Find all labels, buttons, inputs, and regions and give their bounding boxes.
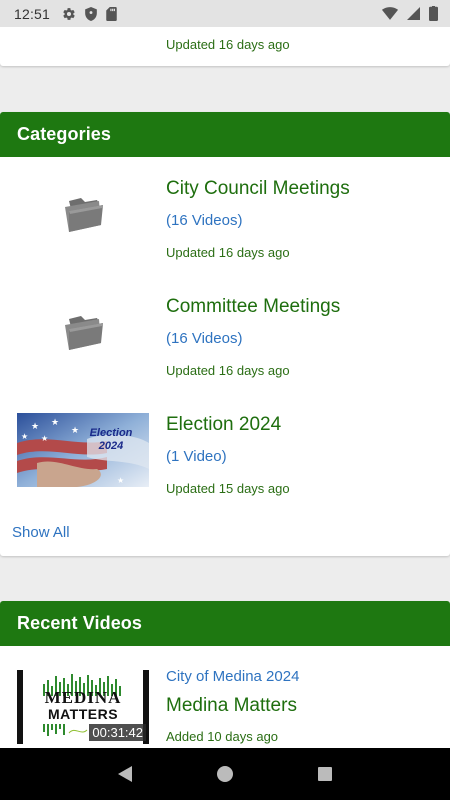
- recents-square-icon: [318, 767, 332, 781]
- svg-text:★: ★: [117, 476, 124, 485]
- category-updated: Updated 16 days ago: [166, 245, 290, 260]
- video-added: Added 10 days ago: [166, 729, 279, 744]
- video-thumbnail[interactable]: MEDINA MATTERS 00:31:42: [17, 670, 149, 744]
- svg-text:★: ★: [71, 425, 79, 435]
- home-circle-icon: [217, 766, 233, 782]
- categories-header: Categories: [0, 112, 450, 157]
- recents-button[interactable]: [310, 759, 340, 789]
- category-video-count[interactable]: (1 Video): [166, 448, 227, 465]
- svg-text:★: ★: [31, 421, 39, 431]
- categories-card: Categories City Council Meetings (16 Vid…: [0, 112, 450, 556]
- cell-signal-icon: [407, 7, 420, 20]
- folder-icon: [17, 178, 149, 251]
- category-title[interactable]: City Council Meetings: [166, 178, 350, 200]
- category-updated: Updated 15 days ago: [166, 481, 290, 496]
- recent-videos-header-title: Recent Videos: [17, 613, 143, 633]
- recent-videos-card: Recent Videos MEDINA MATTERS 00:31:42 Ci…: [0, 601, 450, 748]
- video-thumb-text-2: MATTERS: [47, 706, 119, 722]
- video-thumb-text-1: MEDINA: [44, 688, 122, 707]
- wifi-icon: [382, 7, 398, 20]
- recent-videos-header: Recent Videos: [0, 601, 450, 646]
- category-item-election-2024[interactable]: ★ ★ ★ ★ ★ ★ Election 2024 Election 2024 …: [0, 412, 450, 514]
- svg-text:★: ★: [51, 417, 59, 427]
- folder-icon: [17, 296, 149, 369]
- category-item-committee[interactable]: Committee Meetings (16 Videos) Updated 1…: [0, 296, 450, 396]
- show-all-link[interactable]: Show All: [12, 524, 70, 541]
- previous-section-card: Updated 16 days ago: [0, 27, 450, 66]
- settings-gear-icon: [63, 7, 75, 20]
- category-updated: Updated 16 days ago: [166, 363, 290, 378]
- back-button[interactable]: [110, 759, 140, 789]
- home-button[interactable]: [210, 759, 240, 789]
- updated-text: Updated 16 days ago: [166, 37, 290, 52]
- svg-text:★: ★: [41, 434, 48, 443]
- category-title[interactable]: Committee Meetings: [166, 296, 340, 318]
- categories-header-title: Categories: [17, 124, 112, 144]
- sd-card-icon: [106, 6, 117, 21]
- video-duration: 00:31:42: [89, 724, 146, 741]
- status-bar: 12:51: [0, 0, 450, 27]
- category-video-count[interactable]: (16 Videos): [166, 330, 242, 347]
- shield-icon: [85, 6, 97, 21]
- category-item-city-council[interactable]: City Council Meetings (16 Videos) Update…: [0, 178, 450, 278]
- election-thumb-text: Election 2024: [89, 427, 133, 452]
- election-thumbnail[interactable]: ★ ★ ★ ★ ★ ★ Election 2024: [17, 412, 149, 487]
- scroll-content[interactable]: Updated 16 days ago Categories City Coun…: [0, 27, 450, 748]
- video-item[interactable]: MEDINA MATTERS 00:31:42 City of Medina 2…: [0, 667, 450, 747]
- status-time: 12:51: [14, 5, 51, 22]
- back-triangle-icon: [118, 766, 132, 782]
- battery-icon: [429, 6, 438, 21]
- video-channel[interactable]: City of Medina 2024: [166, 668, 299, 685]
- category-title[interactable]: Election 2024: [166, 414, 281, 436]
- navigation-bar: [0, 748, 450, 800]
- video-title[interactable]: Medina Matters: [166, 695, 297, 717]
- svg-text:★: ★: [21, 432, 28, 441]
- category-video-count[interactable]: (16 Videos): [166, 212, 242, 229]
